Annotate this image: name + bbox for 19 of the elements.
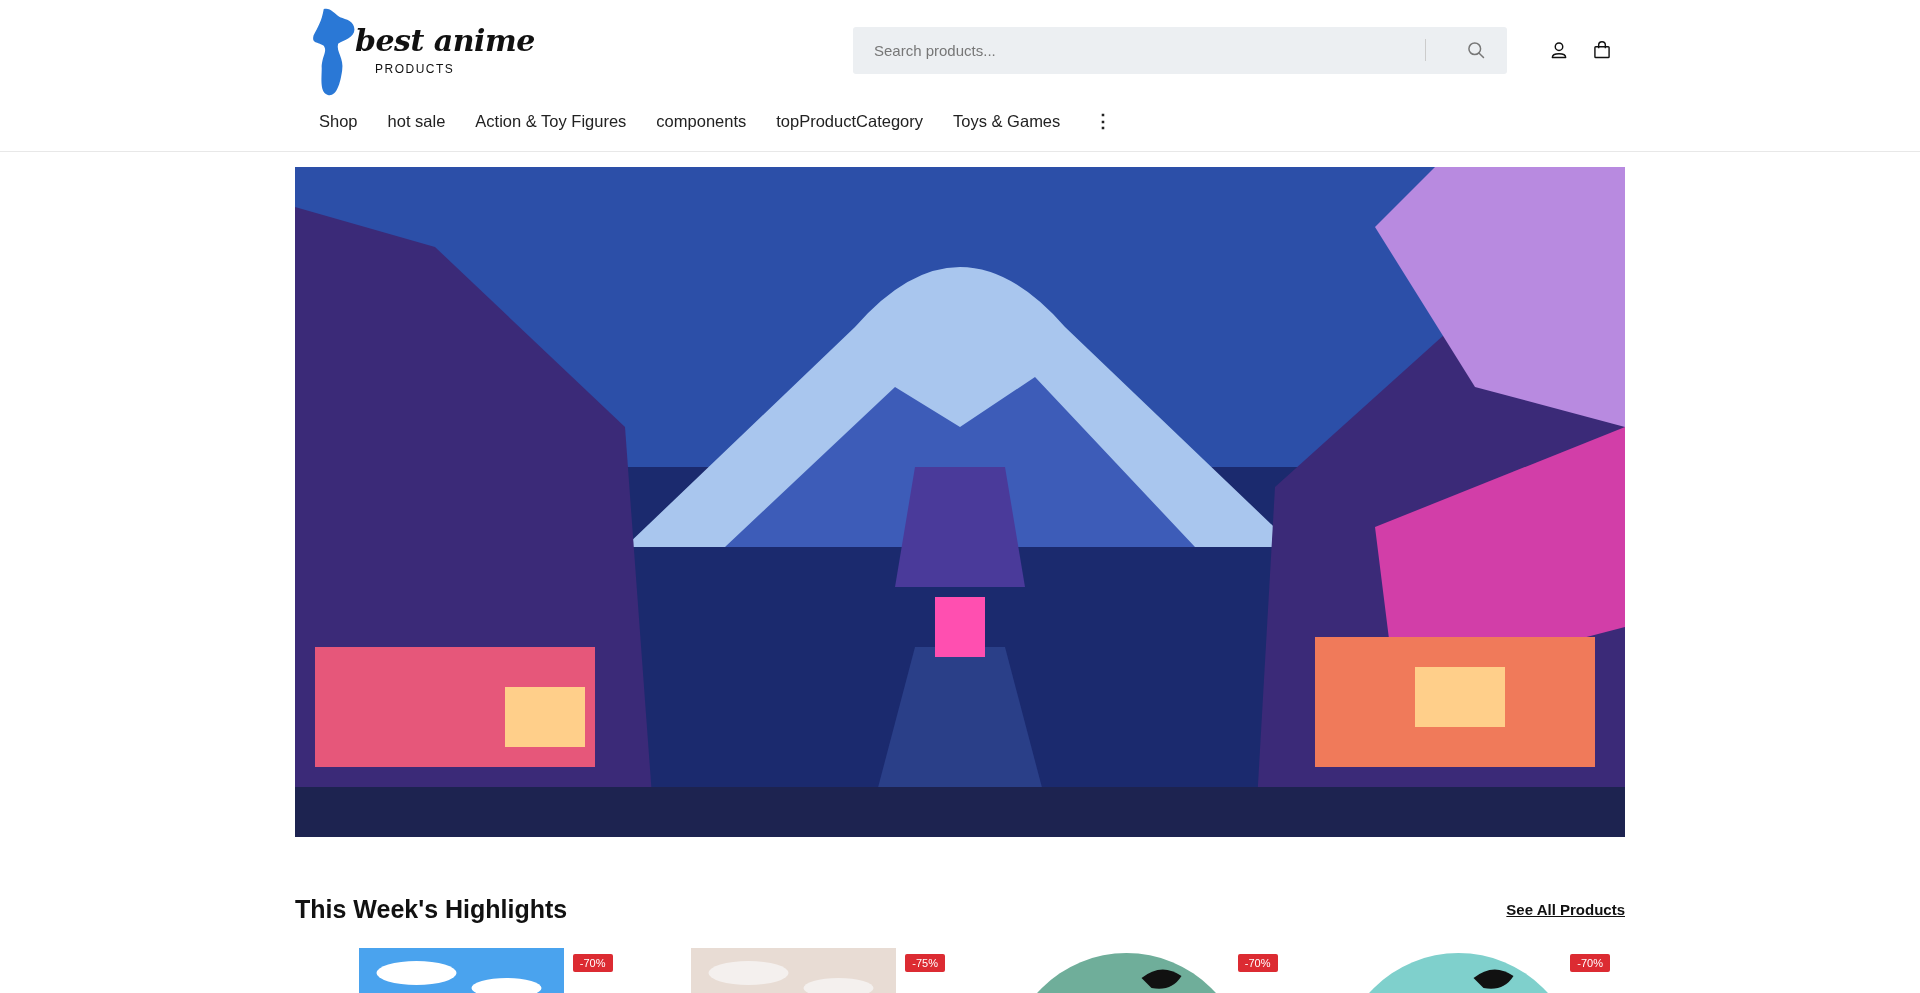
nav-link[interactable]: components (656, 111, 747, 131)
nav-link[interactable]: hot sale (387, 111, 446, 131)
logo-subtitle: PRODUCTS (375, 62, 456, 76)
search-field[interactable]: Search products... (853, 26, 1507, 74)
user-icon[interactable] (1549, 40, 1569, 60)
see-all-link[interactable]: See All Products (1506, 901, 1625, 918)
discount-badge: -75% (905, 954, 945, 972)
more-button[interactable]: ⋮ (1090, 110, 1117, 132)
shopping-bag-icon[interactable] (1592, 40, 1612, 60)
nav-link[interactable]: Toys & Games (953, 111, 1061, 131)
nav-link[interactable]: topProductCategory (776, 111, 923, 131)
discount-badge: -70% (1570, 954, 1610, 972)
discount-badge: -70% (1237, 954, 1278, 972)
nav-link[interactable]: Action & Toy Figures (475, 111, 627, 131)
section-title: This Week's Highlights (295, 895, 568, 924)
search-icon[interactable] (1466, 39, 1486, 60)
discount-badge: -70% (572, 954, 613, 972)
nav-link[interactable]: Shop (319, 111, 358, 131)
logo-title: best anime (355, 23, 535, 58)
